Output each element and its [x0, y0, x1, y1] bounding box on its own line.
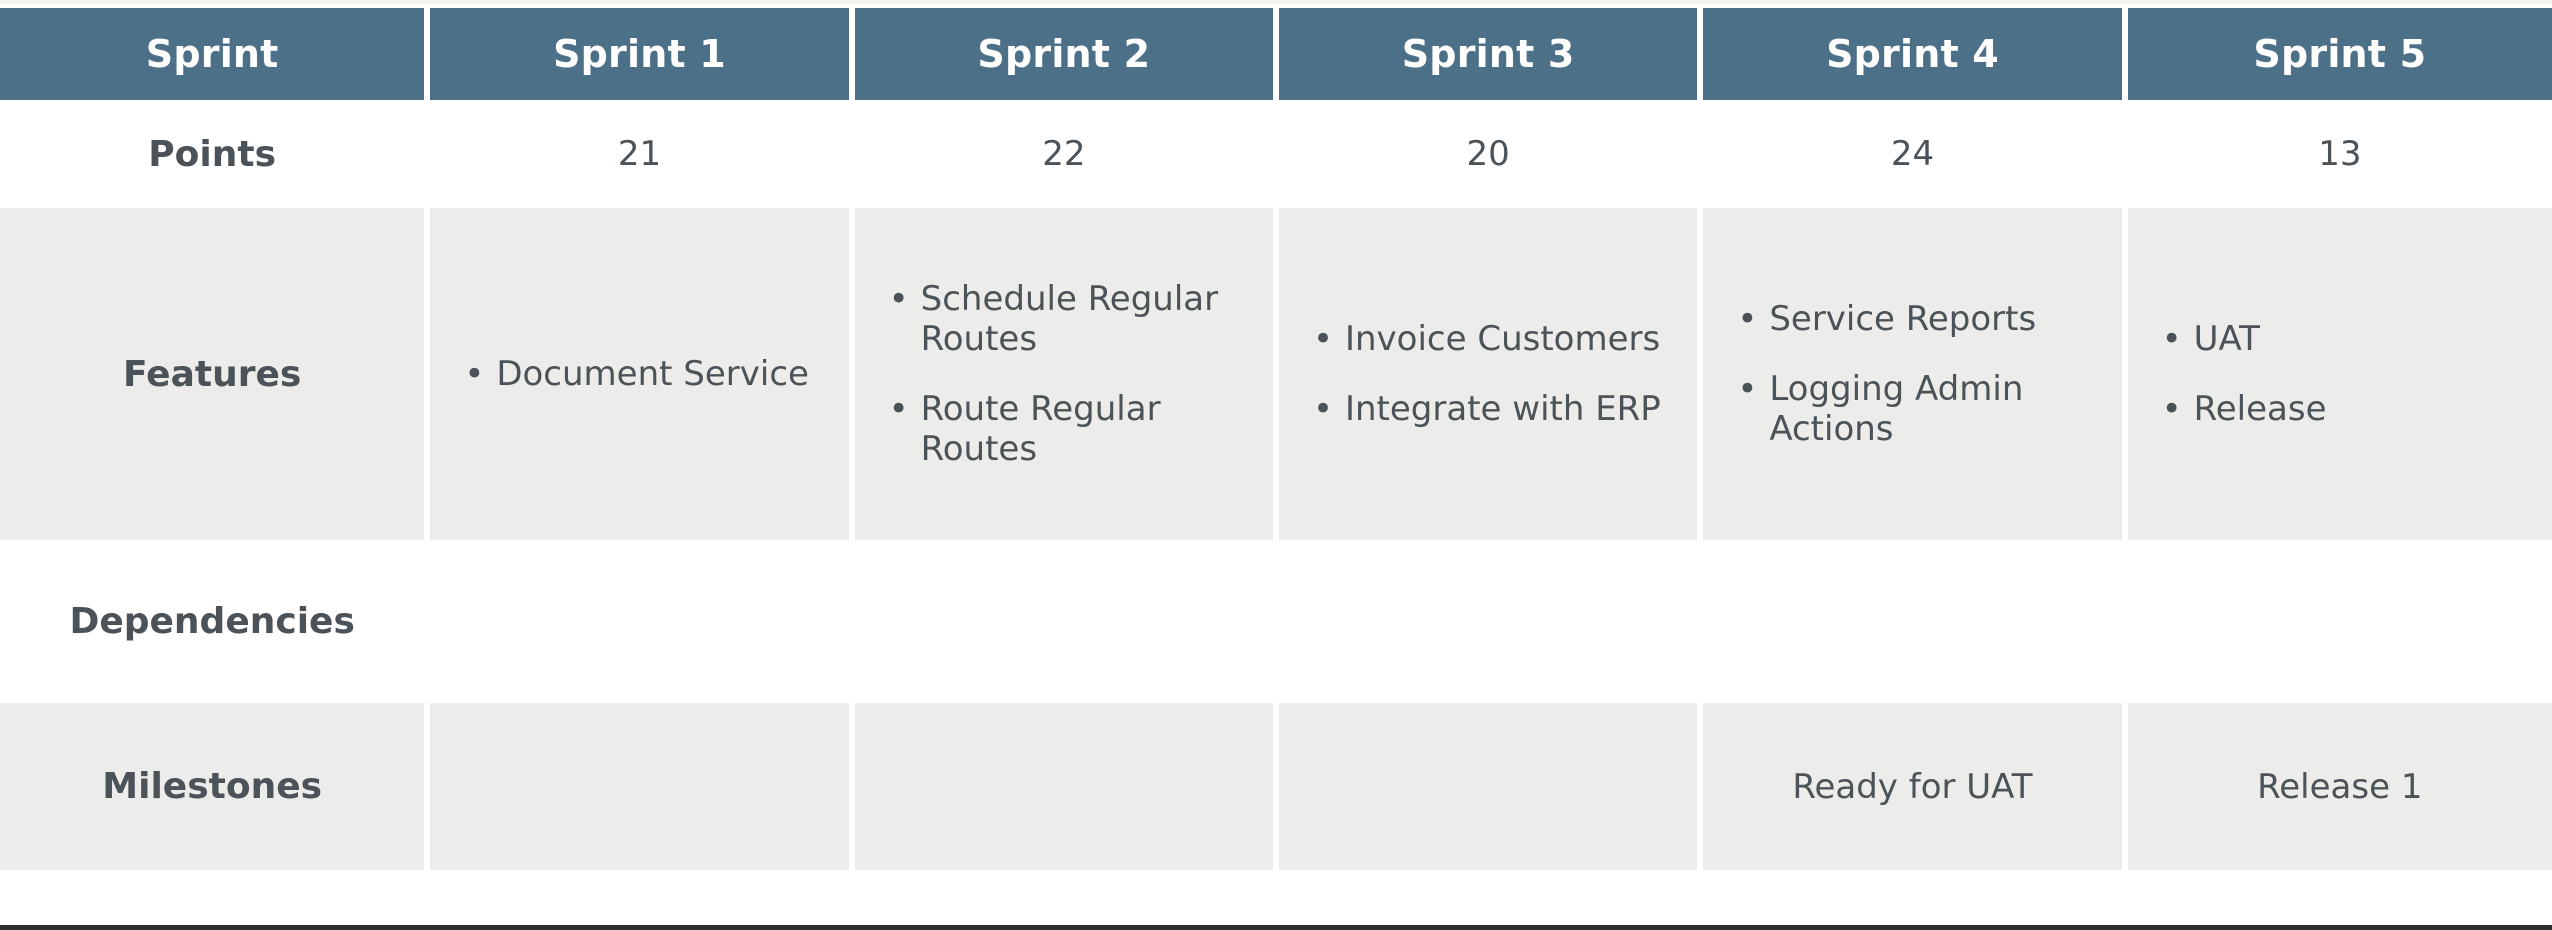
points-sprint-5: 13: [2127, 100, 2552, 208]
list-item: • Route Regular Routes: [887, 389, 1263, 469]
bullet-icon: •: [464, 353, 485, 394]
list-item: • Release: [2160, 389, 2542, 429]
sprint-plan-table: Sprint Sprint 1 Sprint 2 Sprint 3 Sprint…: [0, 8, 2552, 870]
points-sprint-1: 21: [430, 100, 855, 208]
list-item: • Integrate with ERP: [1311, 389, 1687, 429]
bottom-rule: [0, 925, 2552, 930]
column-header-sprint: Sprint: [0, 8, 431, 100]
row-label-points: Points: [0, 100, 431, 208]
bullet-icon: •: [1737, 298, 1758, 339]
row-label-features: Features: [0, 208, 431, 540]
column-header-sprint-5: Sprint 5: [2127, 8, 2552, 100]
feature-label: Logging Admin Actions: [1769, 368, 2024, 450]
table-row-milestones: Milestones Ready for UAT Release 1: [0, 703, 2552, 870]
points-sprint-3: 20: [1278, 100, 1704, 208]
feature-label: Document Service: [496, 353, 809, 394]
table-row-dependencies: Dependencies: [0, 540, 2552, 703]
milestones-sprint-5: Release 1: [2127, 703, 2552, 870]
features-sprint-3: • Invoice Customers • Integrate with ERP: [1278, 208, 1704, 540]
bullet-icon: •: [888, 278, 909, 319]
feature-label: Integrate with ERP: [1344, 389, 1661, 429]
table-row-points: Points 21 22 20 24 13: [0, 100, 2552, 208]
bullet-icon: •: [1312, 389, 1334, 429]
feature-list-sprint-1: • Document Service: [462, 354, 838, 394]
sprint-plan-table-container: Sprint Sprint 1 Sprint 2 Sprint 3 Sprint…: [0, 0, 2552, 930]
column-header-sprint-4: Sprint 4: [1703, 8, 2128, 100]
bullet-icon: •: [888, 389, 909, 429]
dependencies-sprint-3: [1278, 540, 1704, 703]
bullet-icon: •: [1312, 318, 1334, 359]
feature-label: UAT: [2193, 318, 2260, 359]
feature-label: Schedule Regular Routes: [920, 278, 1219, 359]
features-sprint-1: • Document Service: [430, 208, 855, 540]
feature-label: Route Regular Routes: [920, 389, 1161, 470]
milestones-sprint-3: [1278, 703, 1704, 870]
features-sprint-5: • UAT • Release: [2127, 208, 2552, 540]
row-label-dependencies: Dependencies: [0, 540, 431, 703]
column-header-sprint-2: Sprint 2: [854, 8, 1279, 100]
list-item: • Logging Admin Actions: [1735, 369, 2111, 449]
feature-label: Invoice Customers: [1344, 318, 1661, 359]
points-sprint-4: 24: [1703, 100, 2128, 208]
column-header-sprint-3: Sprint 3: [1278, 8, 1704, 100]
features-sprint-4: • Service Reports • Logging Admin Actions: [1703, 208, 2128, 540]
points-sprint-2: 22: [854, 100, 1279, 208]
list-item: • Document Service: [462, 354, 838, 394]
bullet-icon: •: [2161, 318, 2182, 359]
list-item: • Schedule Regular Routes: [887, 279, 1263, 359]
features-sprint-2: • Schedule Regular Routes • Route Regular …: [854, 208, 1279, 540]
dependencies-sprint-2: [854, 540, 1279, 703]
bullet-icon: •: [1737, 368, 1758, 409]
column-header-sprint-1: Sprint 1: [430, 8, 855, 100]
table-row-features: Features • Document Service • Schedule Reg…: [0, 208, 2552, 540]
top-rule: [0, 0, 2552, 4]
feature-list-sprint-2: • Schedule Regular Routes • Route Regular …: [887, 279, 1263, 469]
list-item: • Invoice Customers: [1311, 319, 1687, 359]
table-header-row: Sprint Sprint 1 Sprint 2 Sprint 3 Sprint…: [0, 8, 2552, 100]
dependencies-sprint-4: [1703, 540, 2128, 703]
row-label-milestones: Milestones: [0, 703, 431, 870]
list-item: • Service Reports: [1735, 299, 2111, 339]
bullet-icon: •: [2161, 389, 2182, 429]
feature-list-sprint-5: • UAT • Release: [2160, 319, 2542, 429]
feature-label: Service Reports: [1769, 298, 2037, 339]
feature-list-sprint-4: • Service Reports • Logging Admin Actions: [1735, 299, 2111, 449]
dependencies-sprint-5: [2127, 540, 2552, 703]
feature-label: Release: [2193, 389, 2327, 429]
feature-list-sprint-3: • Invoice Customers • Integrate with ERP: [1311, 319, 1687, 429]
milestones-sprint-4: Ready for UAT: [1703, 703, 2128, 870]
milestones-sprint-1: [430, 703, 855, 870]
list-item: • UAT: [2160, 319, 2542, 359]
dependencies-sprint-1: [430, 540, 855, 703]
milestones-sprint-2: [854, 703, 1279, 870]
